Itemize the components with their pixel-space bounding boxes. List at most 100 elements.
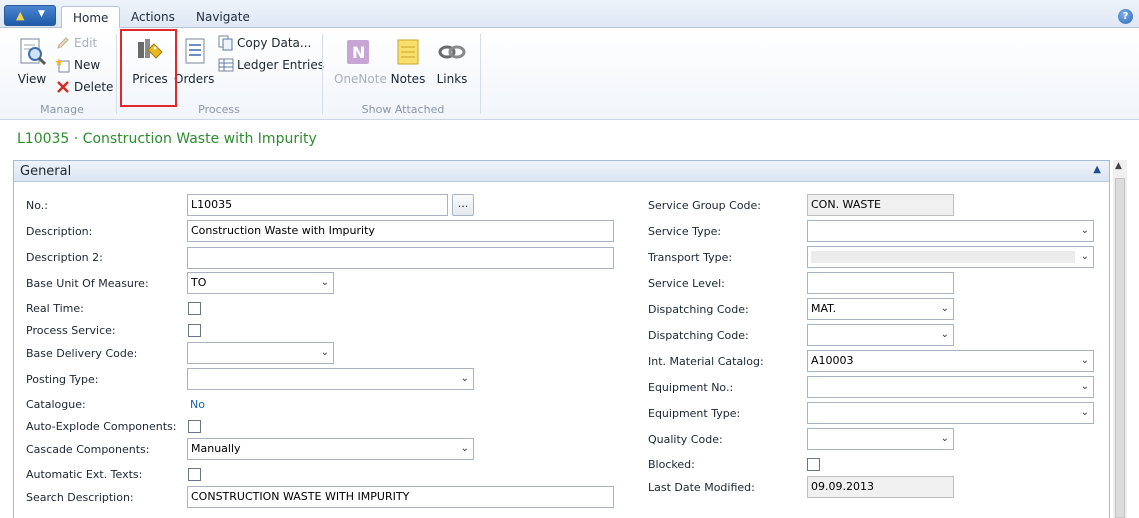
process-service-label: Process Service: [26,324,116,337]
vertical-scrollbar[interactable]: ▲ [1113,160,1127,518]
catalogue-label: Catalogue: [26,398,86,411]
base-delivery-code-dropdown[interactable]: ⌄ [187,342,334,364]
posting-type-label: Posting Type: [26,373,99,386]
tab-home[interactable]: Home [61,6,121,29]
new-icon [55,57,70,72]
view-label: View [17,72,47,86]
tab-navigate[interactable]: Navigate [185,6,261,28]
ledger-entries-button[interactable]: Ledger Entries [218,55,324,75]
chevron-down-icon: ⌄ [320,277,329,288]
transport-type-fill [811,251,1075,263]
tab-actions[interactable]: Actions [120,6,186,28]
links-label: Links [436,72,468,86]
orders-button[interactable]: Orders [174,34,214,94]
new-button[interactable]: New [55,55,100,75]
last-date-modified-field[interactable]: 09.09.2013 [807,476,954,498]
onenote-label: OneNote [334,72,387,86]
help-icon[interactable]: ? [1118,9,1133,24]
ledger-entries-label: Ledger Entries [237,58,325,72]
service-level-label: Service Level: [648,277,725,290]
chevron-down-icon: ⌄ [1080,225,1089,236]
chevron-down-icon: ⌄ [1080,355,1089,366]
equipment-type-label: Equipment Type: [648,407,741,420]
chevron-down-icon: ⌄ [460,373,469,384]
copy-icon [218,35,233,50]
ribbon-tab-bar: ▲ ▼ Home Actions Navigate ? [0,0,1139,29]
equipment-no-label: Equipment No.: [648,381,734,394]
description2-field[interactable] [187,247,614,269]
group-show-attached: N OneNote Notes Links Show Attached [326,28,480,120]
cascade-components-dropdown[interactable]: Manually ⌄ [187,438,474,460]
fasttab-header[interactable]: General ▲ [14,161,1109,182]
transport-type-dropdown[interactable]: ⌄ [807,246,1094,268]
auto-explode-label: Auto-Explode Components: [26,420,177,433]
description-label: Description: [26,225,93,238]
chevron-down-icon: ⌄ [940,303,949,314]
base-delivery-code-label: Base Delivery Code: [26,347,138,360]
ribbon-separator [322,34,323,114]
catalogue-value-link[interactable]: No [190,398,205,411]
base-uom-label: Base Unit Of Measure: [26,277,149,290]
group-label-show-attached: Show Attached [361,103,445,116]
ribbon-separator [116,34,117,114]
ribbon-separator [480,34,481,114]
dispatching-code-dropdown[interactable]: MAT. ⌄ [807,298,954,320]
edit-button[interactable]: Edit [55,33,97,53]
auto-explode-checkbox[interactable] [188,420,201,433]
int-material-catalog-label: Int. Material Catalog: [648,355,764,368]
description-field[interactable]: Construction Waste with Impurity [187,220,614,242]
ledger-icon [218,58,234,71]
cascade-components-label: Cascade Components: [26,443,150,456]
delete-icon [57,80,69,93]
edit-label: Edit [74,36,98,50]
pencil-icon [57,36,69,49]
scroll-thumb[interactable] [1115,178,1125,518]
int-material-catalog-dropdown[interactable]: A10003 ⌄ [807,350,1094,372]
chevron-down-icon: ⌄ [1080,251,1089,262]
search-description-field[interactable]: CONSTRUCTION WASTE WITH IMPURITY [187,486,614,508]
chevron-down-icon: ⌄ [1080,381,1089,392]
equipment-type-dropdown[interactable]: ⌄ [807,402,1094,424]
quality-code-dropdown[interactable]: ⌄ [807,428,954,450]
prices-highlight-box [120,29,177,107]
int-material-catalog-value: A10003 [811,354,854,367]
chevron-down-icon: ▼ [38,9,45,19]
search-description-label: Search Description: [26,491,134,504]
automatic-ext-texts-checkbox[interactable] [188,468,201,481]
no-lookup-button[interactable]: ... [452,194,474,216]
description2-label: Description 2: [26,251,103,264]
page-title: L10035 · Construction Waste with Impurit… [17,131,317,147]
base-uom-dropdown[interactable]: TO ⌄ [187,272,334,294]
notes-button[interactable]: Notes [388,34,428,94]
service-group-code-field[interactable]: CON. WASTE [807,194,954,216]
transport-type-label: Transport Type: [648,251,733,264]
copy-data-button[interactable]: Copy Data... [218,33,311,53]
blocked-checkbox[interactable] [807,458,820,471]
chevron-down-icon: ⌄ [1080,407,1089,418]
delete-button[interactable]: Delete [55,77,113,97]
collapse-icon[interactable]: ▲ [1093,164,1101,175]
dispatching-code-2-dropdown[interactable]: ⌄ [807,324,954,346]
application-menu-button[interactable]: ▲ ▼ [4,5,56,26]
view-icon [20,38,47,66]
service-type-dropdown[interactable]: ⌄ [807,220,1094,242]
real-time-checkbox[interactable] [188,302,201,315]
scroll-up-icon[interactable]: ▲ [1115,161,1122,171]
onenote-button[interactable]: N OneNote [334,34,387,94]
orders-label: Orders [174,72,215,86]
service-type-label: Service Type: [648,225,722,238]
chevron-down-icon: ⌄ [460,443,469,454]
no-field[interactable]: L10035 [187,194,448,216]
real-time-label: Real Time: [26,302,84,315]
view-button[interactable]: View [12,34,52,94]
service-level-field[interactable] [807,272,954,294]
copy-data-label: Copy Data... [237,36,312,50]
group-label-manage: Manage [40,103,84,116]
base-uom-value: TO [191,276,207,289]
dispatching-code-value: MAT. [811,302,837,315]
equipment-no-dropdown[interactable]: ⌄ [807,376,1094,398]
no-label: No.: [26,199,48,212]
posting-type-dropdown[interactable]: ⌄ [187,368,474,390]
links-button[interactable]: Links [432,34,472,94]
process-service-checkbox[interactable] [188,324,201,337]
